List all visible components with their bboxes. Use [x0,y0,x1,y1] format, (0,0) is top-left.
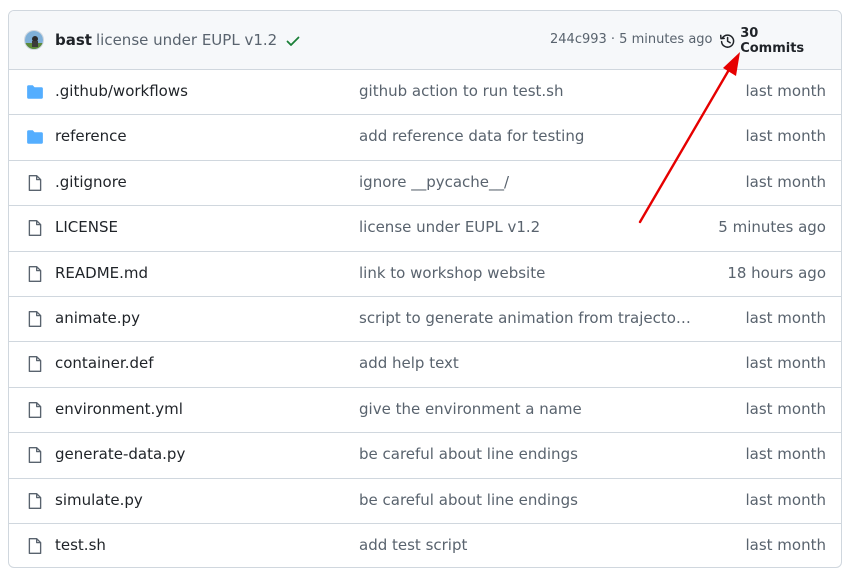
file-commit-message[interactable]: license under EUPL v1.2 [359,218,694,236]
file-name[interactable]: container.def [55,354,154,372]
file-row[interactable]: .gitignore ignore __pycache__/ last month [9,159,841,205]
folder-icon [27,85,43,99]
file-name[interactable]: .gitignore [55,173,127,191]
file-commit-message[interactable]: script to generate animation from trajec… [359,309,694,327]
file-row[interactable]: animate.py script to generate animation f… [9,296,841,341]
file-commit-message[interactable]: ignore __pycache__/ [359,173,694,191]
file-row[interactable]: README.md link to workshop website 18 hour… [9,250,841,296]
file-age: last month [745,354,826,373]
commit-author[interactable]: bast [55,31,92,49]
file-age: last month [745,82,826,100]
file-row[interactable]: LICENSE license under EUPL v1.2 5 minutes … [9,205,841,250]
file-commit-message[interactable]: add reference data for testing [359,127,694,145]
file-icon [28,447,42,464]
file-row[interactable]: environment.yml give the environment a na… [9,386,841,432]
commits-button[interactable]: 30 Commits [719,26,823,56]
file-icon [28,401,42,418]
file-age: last month [745,127,826,146]
file-icon [28,265,42,282]
file-name[interactable]: .github/workflows [55,82,188,100]
file-age: last month [745,399,826,418]
file-name[interactable]: generate-data.py [55,445,185,463]
file-row[interactable]: .github/workflows github action to run te… [9,69,841,114]
commit-message[interactable]: license under EUPL v1.2 [96,31,277,49]
file-row[interactable]: simulate.py be careful about line endings… [9,477,841,523]
file-name[interactable]: simulate.py [55,491,143,509]
avatar[interactable] [24,30,44,50]
file-name[interactable]: animate.py [55,309,140,327]
file-commit-message[interactable]: be careful about line endings [359,491,694,509]
file-commit-message[interactable]: github action to run test.sh [359,82,694,100]
file-commit-message[interactable]: add help text [359,354,694,372]
file-row[interactable]: test.sh add test script last month [9,523,841,567]
file-commit-message[interactable]: link to workshop website [359,264,694,282]
file-age: 18 hours ago [727,263,826,282]
folder-icon [27,130,43,145]
file-icon [28,311,42,327]
file-icon [28,538,42,554]
file-age: last month [745,172,826,191]
file-name[interactable]: environment.yml [55,400,183,418]
file-row[interactable]: container.def add help text last month [9,341,841,386]
file-browser: bast license under EUPL v1.2 244c993 · 5… [8,10,842,568]
history-icon [719,34,735,48]
file-icon [28,220,42,237]
commits-count-label: 30 Commits [740,26,805,56]
file-row[interactable]: reference add reference data for testing l… [9,114,841,159]
file-age: last month [745,490,826,509]
file-name[interactable]: README.md [55,264,148,282]
file-age: last month [745,536,826,554]
file-age: last month [745,309,826,327]
commit-meta[interactable]: 244c993 · 5 minutes ago [550,32,713,47]
file-age: 5 minutes ago [718,218,826,237]
file-icon [28,492,42,509]
file-row[interactable]: generate-data.py be careful about line en… [9,432,841,477]
file-name[interactable]: LICENSE [55,218,118,236]
file-icon [28,356,42,373]
check-icon [286,36,300,46]
file-icon [28,174,42,191]
file-age: last month [745,445,826,464]
file-name[interactable]: test.sh [55,536,106,554]
latest-commit-bar: bast license under EUPL v1.2 244c993 · 5… [9,11,841,70]
file-name[interactable]: reference [55,127,127,145]
file-commit-message[interactable]: be careful about line endings [359,445,694,463]
file-commit-message[interactable]: give the environment a name [359,400,694,418]
file-commit-message[interactable]: add test script [359,536,694,554]
